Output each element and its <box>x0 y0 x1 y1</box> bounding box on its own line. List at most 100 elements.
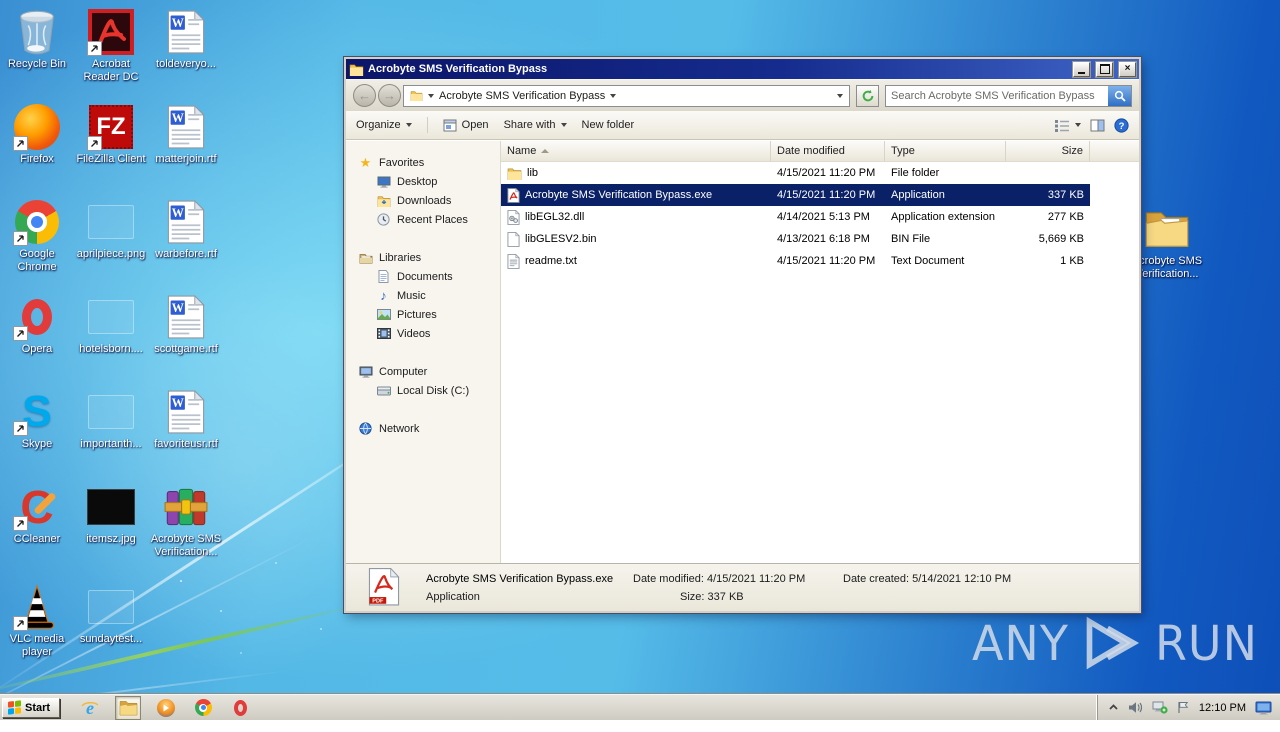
desktop-icon-recycle-bin[interactable]: Recycle Bin <box>0 8 74 71</box>
minimize-button[interactable] <box>1073 62 1090 77</box>
breadcrumb-chevron-icon[interactable] <box>428 94 434 98</box>
word-document-icon: W <box>167 390 205 434</box>
maximize-button[interactable] <box>1096 62 1113 77</box>
start-button[interactable]: Start <box>2 698 60 718</box>
desktop-icon-toldeveryo[interactable]: W toldeveryo... <box>149 8 223 71</box>
preview-pane-icon <box>1090 119 1105 132</box>
new-folder-button[interactable]: New folder <box>582 119 635 131</box>
downloads-icon <box>376 194 391 208</box>
close-button[interactable]: × <box>1119 62 1136 77</box>
broken-image-icon <box>88 300 134 334</box>
nav-group-favorites[interactable]: ★ Favorites <box>346 153 500 172</box>
show-hidden-icons-chevron[interactable] <box>1108 702 1119 713</box>
nav-group-libraries[interactable]: Libraries <box>346 248 500 267</box>
nav-item-pictures[interactable]: Pictures <box>346 305 500 324</box>
nav-group-network[interactable]: Network <box>346 419 500 438</box>
taskbar-windows-explorer-icon[interactable] <box>115 696 141 720</box>
breadcrumb-path[interactable]: Acrobyte SMS Verification Bypass <box>439 90 605 102</box>
nav-group-computer[interactable]: Computer <box>346 362 500 381</box>
nav-item-recent-places[interactable]: Recent Places <box>346 210 500 229</box>
file-row-lib[interactable]: lib 4/15/2021 11:20 PM File folder <box>501 162 1139 184</box>
details-file-name: Acrobyte SMS Verification Bypass.exe <box>426 573 613 585</box>
music-note-icon: ♪ <box>376 289 391 303</box>
nav-item-local-disk-c[interactable]: Local Disk (C:) <box>346 381 500 400</box>
desktop-icon-importanth[interactable]: importanth... <box>74 388 148 451</box>
desktop-icon-google-chrome[interactable]: Google Chrome <box>0 198 74 274</box>
refresh-button[interactable] <box>856 85 879 107</box>
libraries-icon <box>358 251 373 265</box>
desktop-icon-scottgame[interactable]: W scottgame.rtf <box>149 293 223 356</box>
pictures-icon <box>376 308 391 322</box>
desktop-icon-label: Acrobyte SMS Verification... <box>1130 255 1204 281</box>
window-title: Acrobyte SMS Verification Bypass <box>368 63 1067 75</box>
desktop-icon-itemsz[interactable]: itemsz.jpg <box>74 483 148 546</box>
desktop-icon-acrobyte-folder[interactable]: Acrobyte SMS Verification... <box>1130 205 1204 281</box>
shortcut-arrow-icon <box>13 516 28 531</box>
file-row-readme[interactable]: readme.txt 4/15/2021 11:20 PM Text Docum… <box>501 250 1139 272</box>
action-center-flag-icon[interactable] <box>1177 701 1190 714</box>
desktop-icon-favoriteusr[interactable]: W favoriteusr.rtf <box>149 388 223 451</box>
desktop-icon-filezilla[interactable]: FZ FileZilla Client <box>74 103 148 166</box>
organize-button[interactable]: Organize <box>356 119 412 131</box>
search-icon[interactable] <box>1108 86 1131 106</box>
forward-button[interactable]: → <box>378 84 401 107</box>
recent-places-icon <box>376 213 391 227</box>
desktop-icon-hotelsborn[interactable]: hotelsborn.... <box>74 293 148 356</box>
desktop-icon-label: itemsz.jpg <box>74 533 148 546</box>
file-row-libglesv2[interactable]: libGLESV2.bin 4/13/2021 6:18 PM BIN File… <box>501 228 1139 250</box>
taskbar-clock[interactable]: 12:10 PM <box>1199 702 1246 714</box>
preview-pane-button[interactable] <box>1090 119 1105 132</box>
desktop-icon-matterjoin[interactable]: W matterjoin.rtf <box>149 103 223 166</box>
column-header-type[interactable]: Type <box>885 141 1006 161</box>
desktop-icon-label: CCleaner <box>0 533 74 546</box>
desktop-icon-acrobyte-rar[interactable]: Acrobyte SMS Verification... <box>149 483 223 559</box>
network-icon[interactable] <box>1152 701 1168 714</box>
shortcut-arrow-icon <box>13 136 28 151</box>
address-history-dropdown-icon[interactable] <box>837 94 843 98</box>
views-button[interactable] <box>1054 119 1081 132</box>
desktop-icon-label: scottgame.rtf <box>149 343 223 356</box>
open-icon <box>443 119 457 132</box>
search-input[interactable] <box>886 90 1108 102</box>
display-monitor-icon[interactable] <box>1255 701 1272 715</box>
winrar-archive-icon <box>164 485 208 529</box>
nav-item-documents[interactable]: Documents <box>346 267 500 286</box>
file-row-libegl32[interactable]: libEGL32.dll 4/14/2021 5:13 PM Applicati… <box>501 206 1139 228</box>
desktop-icon-label: favoriteusr.rtf <box>149 438 223 451</box>
desktop-icon-acrobat-reader[interactable]: Acrobat Reader DC <box>74 8 148 84</box>
command-toolbar: Organize Open Share with New folder ? <box>346 111 1139 140</box>
title-bar[interactable]: Acrobyte SMS Verification Bypass × <box>346 59 1139 79</box>
desktop-icon-opera[interactable]: Opera <box>0 293 74 356</box>
column-header-size[interactable]: Size <box>1006 141 1090 161</box>
nav-item-downloads[interactable]: Downloads <box>346 191 500 210</box>
desktop-icon-sundaytest[interactable]: sundaytest... <box>74 583 148 646</box>
breadcrumb-chevron-icon[interactable] <box>610 94 616 98</box>
sort-ascending-icon <box>541 149 549 153</box>
watermark-text-any: ANY <box>972 615 1069 672</box>
desktop-icon-aprilpiece[interactable]: aprilpiece.png <box>74 198 148 261</box>
breadcrumb[interactable]: Acrobyte SMS Verification Bypass <box>403 85 850 107</box>
share-with-button[interactable]: Share with <box>504 119 567 131</box>
nav-item-videos[interactable]: Videos <box>346 324 500 343</box>
open-button[interactable]: Open <box>443 119 489 132</box>
desktop-icon-warbefore[interactable]: W warbefore.rtf <box>149 198 223 261</box>
taskbar-opera-icon[interactable] <box>228 697 252 719</box>
column-header-name[interactable]: Name <box>501 141 771 161</box>
desktop-icon-skype[interactable]: S Skype <box>0 388 74 451</box>
help-button[interactable]: ? <box>1114 118 1129 133</box>
nav-item-desktop[interactable]: Desktop <box>346 172 500 191</box>
taskbar-media-player-icon[interactable] <box>154 697 178 719</box>
column-header-date-modified[interactable]: Date modified <box>771 141 885 161</box>
desktop-icon-firefox[interactable]: Firefox <box>0 103 74 166</box>
taskbar-internet-explorer-icon[interactable]: e <box>78 697 102 719</box>
back-button[interactable]: ← <box>353 84 376 107</box>
desktop-icon-vlc[interactable]: VLC media player <box>0 583 74 659</box>
desktop-icon-ccleaner[interactable]: C CCleaner <box>0 483 74 546</box>
nav-item-music[interactable]: ♪ Music <box>346 286 500 305</box>
volume-icon[interactable] <box>1128 701 1143 714</box>
file-list-empty-area[interactable] <box>501 272 1139 563</box>
folder-icon <box>1144 209 1190 249</box>
desktop-icon-label: Google Chrome <box>0 248 74 274</box>
file-row-exe-selected[interactable]: Acrobyte SMS Verification Bypass.exe 4/1… <box>501 184 1139 206</box>
taskbar-chrome-icon[interactable] <box>191 697 215 719</box>
